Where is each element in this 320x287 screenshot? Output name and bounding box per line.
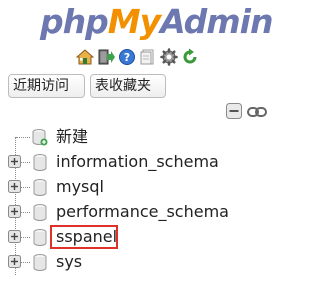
database-icon [33, 154, 47, 171]
docs-icon[interactable] [139, 48, 157, 66]
expand-icon[interactable] [8, 255, 21, 268]
tree-row-database[interactable]: performance_schema [0, 200, 292, 224]
logo-admin: Admin [160, 2, 273, 41]
database-icon [33, 204, 47, 221]
database-name[interactable]: performance_schema [56, 200, 229, 224]
svg-text:?: ? [124, 51, 130, 64]
tree-connector [21, 262, 30, 263]
database-icon [33, 179, 47, 196]
tree-connector [16, 137, 30, 138]
favorite-tables-button[interactable]: 表收藏夹 [90, 74, 166, 98]
tree-row-new[interactable]: 新建 [0, 125, 292, 149]
database-name[interactable]: sys [56, 250, 82, 274]
link-with-main-icon[interactable] [247, 106, 267, 118]
tree-connector [21, 212, 30, 213]
navigation-toolbar: ? [76, 47, 199, 67]
tree-row-database[interactable]: sspanel [0, 225, 292, 249]
database-icon [33, 229, 47, 246]
settings-icon[interactable] [160, 48, 178, 66]
logout-icon[interactable] [97, 48, 115, 66]
highlight-box [50, 225, 118, 249]
logo-php: php [40, 2, 109, 41]
logo-my: My [107, 2, 161, 41]
expand-icon[interactable] [8, 180, 21, 193]
expand-icon[interactable] [8, 230, 21, 243]
collapse-all-icon[interactable] [226, 103, 242, 119]
phpmyadmin-logo[interactable]: phpMyAdmin [40, 2, 280, 42]
home-icon[interactable] [76, 48, 94, 66]
reload-icon[interactable] [181, 48, 199, 66]
tree-row-database[interactable]: sys [0, 250, 292, 274]
help-icon[interactable]: ? [118, 48, 136, 66]
new-database-icon [32, 129, 48, 146]
expand-icon[interactable] [8, 205, 21, 218]
database-name[interactable]: mysql [56, 175, 104, 199]
tree-connector [21, 237, 30, 238]
tree-row-database[interactable]: mysql [0, 175, 292, 199]
tree-connector [21, 187, 30, 188]
expand-icon[interactable] [8, 155, 21, 168]
database-icon [33, 254, 47, 271]
tree-row-database[interactable]: information_schema [0, 150, 292, 174]
tree-connector [21, 162, 30, 163]
recent-tables-button[interactable]: 近期访问 [8, 74, 85, 98]
database-name[interactable]: information_schema [56, 150, 219, 174]
new-database-label[interactable]: 新建 [56, 125, 88, 149]
